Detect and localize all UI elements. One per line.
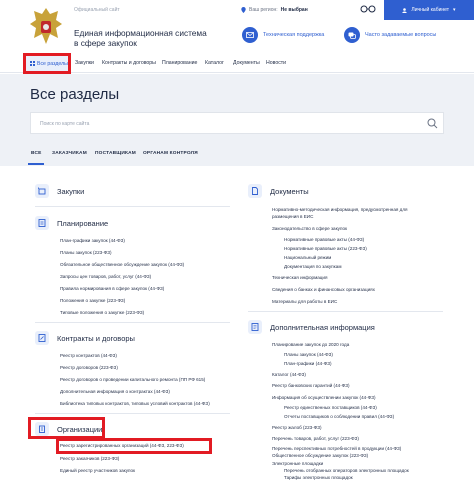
hero-section: Все разделы Поиск по карте сайта ВСЕ ЗАК…	[0, 74, 474, 166]
link-sole-suppliers[interactable]: Реестр единственных поставщиков (44-ФЗ)	[284, 405, 377, 410]
link-complaints-223[interactable]: Реестр жалоб (223-ФЗ)	[272, 425, 322, 430]
tab-all[interactable]: ВСЕ	[31, 151, 42, 156]
link-price-requests[interactable]: Запросы цен товаров, работ, услуг (44-ФЗ…	[60, 274, 151, 279]
link-e-platforms[interactable]: Электронные площадки	[272, 461, 323, 466]
link-banks-info[interactable]: Сведения о банках и финансовых организац…	[272, 287, 375, 292]
search-placeholder: Поиск по карте сайта	[40, 121, 90, 127]
cart-icon	[35, 184, 49, 198]
link-old-plan-graphs-44[interactable]: План-графики (44-ФЗ)	[284, 361, 332, 366]
link-typical-contracts-library[interactable]: Библиотека типовых контрактов, типовых у…	[60, 401, 210, 406]
section-contracts[interactable]: Контракты и договоры	[35, 331, 135, 345]
section-title-planning: Планирование	[57, 218, 109, 228]
divider	[248, 311, 443, 312]
cabinet-label: Личный кабинет	[411, 7, 450, 13]
main-nav: Все разделы Закупки Контракты и договоры…	[0, 55, 474, 73]
link-plan-graphs-44[interactable]: План-графики закупок (44-ФЗ)	[60, 238, 125, 243]
tech-support-link[interactable]: Техническая поддержка	[242, 27, 324, 43]
link-bank-guarantees[interactable]: Реестр банковских гарантий (44-ФЗ)	[272, 383, 350, 388]
link-platform-tariffs[interactable]: Тарифы электронных площадок	[284, 475, 353, 480]
contract-icon	[35, 331, 49, 345]
section-documents[interactable]: Документы	[248, 184, 309, 198]
location-pin-icon	[241, 7, 246, 13]
tab-suppliers[interactable]: ПОСТАВЩИКАМ	[95, 151, 136, 156]
region-selector[interactable]: Ваш регион: Не выбран	[241, 7, 308, 13]
region-value: Не выбран	[280, 7, 308, 13]
link-normative-info[interactable]: Нормативно-методическая информация, пред…	[272, 207, 408, 212]
tab-customers[interactable]: ЗАКАЗЧИКАМ	[52, 151, 87, 156]
chat-icon	[344, 27, 360, 43]
chevron-down-icon: ▾	[453, 7, 456, 13]
divider	[35, 206, 230, 207]
top-note: Официальный сайт	[74, 7, 120, 13]
link-contract-extra-info[interactable]: Дополнительная информация о контрактах (…	[60, 389, 170, 394]
section-planning[interactable]: Планирование	[35, 216, 108, 230]
document-list-icon	[35, 216, 49, 230]
link-legal-acts-44[interactable]: Нормативные правовые акты (44-ФЗ)	[284, 237, 364, 242]
nav-item-planning[interactable]: Планирование	[162, 60, 197, 66]
link-legislation[interactable]: Законодательство в сфере закупок	[272, 226, 347, 231]
link-normative-info-cont[interactable]: размещения в ЕИС	[272, 214, 313, 219]
nav-item-catalog[interactable]: Каталог	[205, 60, 224, 66]
faq-link[interactable]: Часто задаваемые вопросы	[344, 27, 436, 43]
section-title-documents: Документы	[270, 186, 309, 196]
highlight-box-nav	[23, 53, 71, 74]
info-document-icon	[248, 320, 262, 334]
link-public-discussion-223[interactable]: Общественное обсуждение закупок (223-ФЗ)	[272, 453, 368, 458]
link-normalization-rules[interactable]: Правила нормирования в сфере закупок (44…	[60, 286, 164, 291]
search-input[interactable]: Поиск по карте сайта	[30, 112, 444, 134]
personal-cabinet-button[interactable]: Личный кабинет ▾	[384, 0, 474, 20]
link-technical-info[interactable]: Техническая информация	[272, 275, 327, 280]
link-procurement-regulations[interactable]: Положения о закупке (223-ФЗ)	[60, 298, 125, 303]
link-planning-before-2020[interactable]: Планирование закупок до 2020 года	[272, 342, 349, 347]
link-capital-repair-registry[interactable]: Реестр договоров о проведении капитально…	[60, 377, 205, 382]
header: Официальный сайт Единая информационная с…	[0, 0, 474, 50]
link-national-regime[interactable]: Национальный режим	[284, 255, 331, 260]
region-label: Ваш регион:	[249, 7, 278, 13]
link-plans-223[interactable]: Планы закупок (223-ФЗ)	[60, 250, 112, 255]
nav-item-news[interactable]: Новости	[266, 60, 286, 66]
link-catalog-44[interactable]: Каталог (44-ФЗ)	[272, 372, 306, 377]
coat-of-arms-icon[interactable]	[28, 6, 64, 46]
section-extra-info[interactable]: Дополнительная информация	[248, 320, 375, 334]
divider	[35, 322, 230, 323]
link-procurement-info[interactable]: Информация об осуществлении закупок (44-…	[272, 395, 376, 400]
user-icon	[402, 7, 408, 13]
link-eis-materials[interactable]: Материалы для работы в ЕИС	[272, 299, 337, 304]
divider	[35, 413, 230, 414]
search-icon[interactable]	[427, 118, 438, 129]
link-goods-list-223[interactable]: Перечень товаров, работ, услуг (223-ФЗ)	[272, 436, 359, 441]
link-prospective-needs[interactable]: Перечень перспективных потребностей в пр…	[272, 446, 401, 451]
site-title[interactable]: Единая информационная система в сфере за…	[74, 28, 234, 48]
nav-item-documents[interactable]: Документы	[233, 60, 260, 66]
link-typical-regulations[interactable]: Типовые положения о закупке (223-ФЗ)	[60, 310, 144, 315]
faq-label: Часто задаваемые вопросы	[365, 32, 437, 38]
nav-item-zakupki[interactable]: Закупки	[75, 60, 94, 66]
tech-support-label: Техническая поддержка	[263, 32, 325, 38]
highlight-box-organizations	[28, 417, 105, 439]
nav-item-contracts[interactable]: Контракты и договоры	[102, 60, 156, 66]
section-title-extra-info: Дополнительная информация	[270, 322, 375, 332]
section-title-zakupki: Закупки	[57, 186, 85, 196]
link-supplier-reports[interactable]: Отчеты поставщиков о соблюдении правил (…	[284, 414, 394, 419]
file-icon	[248, 184, 262, 198]
link-procurement-documentation[interactable]: Документация по закупкам	[284, 264, 342, 269]
section-zakupki[interactable]: Закупки	[35, 184, 84, 198]
link-agreements-registry[interactable]: Реестр договоров (223-ФЗ)	[60, 365, 118, 370]
site-title-line-1: Единая информационная система	[74, 28, 207, 38]
mail-icon	[242, 27, 258, 43]
link-legal-acts-223[interactable]: Нормативные правовые акты (223-ФЗ)	[284, 246, 367, 251]
link-public-discussion[interactable]: Обязательное общественное обсуждение зак…	[60, 262, 184, 267]
highlight-box-registered-orgs	[56, 438, 212, 454]
site-title-line-2: в сфере закупок	[74, 38, 137, 48]
section-title-contracts: Контракты и договоры	[57, 333, 135, 343]
link-old-plans-44[interactable]: Планы закупок (44-ФЗ)	[284, 352, 333, 357]
page-title: Все разделы	[30, 86, 120, 103]
tab-control-bodies[interactable]: ОРГАНАМ КОНТРОЛЯ	[143, 151, 198, 156]
link-customers-registry[interactable]: Реестр заказчиков (223-ФЗ)	[60, 456, 119, 461]
link-unified-participants-registry[interactable]: Единый реестр участников закупок	[60, 468, 135, 473]
link-contracts-registry[interactable]: Реестр контрактов (44-ФЗ)	[60, 353, 117, 358]
active-tab-indicator	[28, 163, 44, 165]
link-selected-operators[interactable]: Перечень отобранных операторов электронн…	[284, 468, 409, 473]
accessibility-glasses-icon[interactable]	[360, 5, 376, 13]
